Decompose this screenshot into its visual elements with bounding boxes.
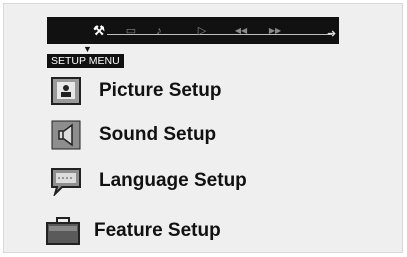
- setup-menu-title: SETUP MENU: [47, 54, 124, 68]
- speaker-icon: [47, 120, 85, 150]
- subtitle-icon[interactable]: ▭: [123, 17, 139, 44]
- top-toolbar: ⚒ ▭ ♪ ▷ ◀◀ ▶▶ ➜: [47, 17, 339, 44]
- picture-icon: [47, 76, 85, 106]
- toolbar-track-line: [107, 34, 332, 35]
- menu-item-label: Picture Setup: [99, 80, 222, 101]
- speech-bubble-icon: [47, 166, 85, 196]
- toolbar-arrow-icon: ➜: [327, 28, 337, 40]
- play-glyph: ▷: [197, 25, 207, 37]
- rewind-glyph: ◀◀: [234, 26, 248, 35]
- play-icon[interactable]: ▷: [194, 17, 210, 44]
- rewind-icon[interactable]: ◀◀: [230, 17, 252, 44]
- menu-item-feature-setup[interactable]: Feature Setup: [44, 216, 221, 246]
- setup-glyph: ⚒: [93, 22, 105, 38]
- subtitle-glyph: ▭: [125, 25, 137, 37]
- toolbox-icon: [44, 216, 82, 246]
- setup-icon[interactable]: ⚒: [91, 17, 107, 44]
- fast-forward-icon[interactable]: ▶▶: [264, 17, 286, 44]
- menu-item-sound-setup[interactable]: Sound Setup: [47, 120, 216, 150]
- menu-item-picture-setup[interactable]: Picture Setup: [47, 76, 221, 106]
- selection-pointer-icon: ▼: [83, 44, 92, 54]
- fast-forward-glyph: ▶▶: [268, 26, 282, 35]
- screen-frame: ⚒ ▭ ♪ ▷ ◀◀ ▶▶ ➜ ▼ SETUP MENU Picture Set…: [3, 3, 403, 253]
- audio-icon[interactable]: ♪: [151, 17, 167, 44]
- menu-item-label: Language Setup: [99, 170, 247, 191]
- menu-item-language-setup[interactable]: Language Setup: [47, 166, 247, 196]
- menu-item-label: Feature Setup: [94, 220, 221, 241]
- audio-glyph: ♪: [156, 24, 162, 37]
- menu-item-label: Sound Setup: [99, 124, 217, 145]
